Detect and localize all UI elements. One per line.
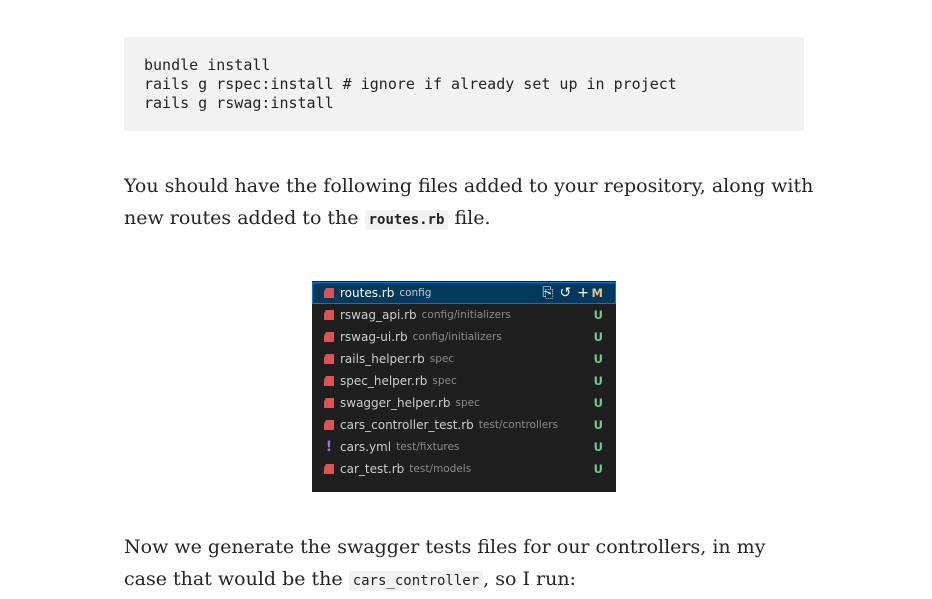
inline-code-controller: cars_controller: [348, 571, 484, 591]
file-row-rails-helper[interactable]: rails_helper.rb spec U: [312, 348, 616, 370]
file-row-cars-yml[interactable]: ! cars.yml test/fixtures U: [312, 436, 616, 458]
file-name: car_test.rb: [340, 462, 405, 476]
file-name: spec_helper.rb: [340, 374, 428, 388]
paragraph-generate-tests: Now we generate the swagger tests files …: [124, 531, 814, 597]
file-row-routes[interactable]: routes.rb config ⎘ ↺ + M: [312, 282, 616, 304]
file-row-spec-helper[interactable]: spec_helper.rb spec U: [312, 370, 616, 392]
ruby-icon: [324, 332, 334, 342]
file-name: rswag_api.rb: [340, 308, 417, 322]
file-directory: spec: [429, 353, 455, 365]
file-directory: config: [399, 287, 432, 299]
paragraph-text: file.: [448, 207, 491, 229]
open-file-icon[interactable]: ⎘: [542, 286, 553, 300]
ruby-icon: [324, 288, 334, 298]
status-badge: U: [593, 418, 603, 432]
file-name: rswag-ui.rb: [340, 330, 408, 344]
stage-changes-icon[interactable]: +: [577, 286, 589, 300]
status-badge: U: [593, 330, 603, 344]
status-badge: U: [593, 374, 603, 388]
file-directory: test/models: [409, 463, 472, 475]
file-name: routes.rb: [340, 286, 395, 300]
code-line: rails g rswag:install: [144, 94, 334, 112]
status-badge: U: [593, 462, 603, 476]
file-row-cars-controller-test[interactable]: cars_controller_test.rb test/controllers…: [312, 414, 616, 436]
row-actions: ⎘ ↺ +: [542, 282, 589, 304]
file-name: swagger_helper.rb: [340, 396, 451, 410]
file-name: cars.yml: [340, 440, 392, 454]
file-directory: test/fixtures: [396, 441, 460, 453]
ruby-icon: [324, 420, 334, 430]
file-row-rswag-ui[interactable]: rswag-ui.rb config/initializers U: [312, 326, 616, 348]
code-line: rails g rspec:install # ignore if alread…: [144, 75, 677, 93]
file-directory: spec: [455, 397, 480, 409]
status-badge: U: [593, 352, 603, 366]
code-block: bundle install rails g rspec:install # i…: [124, 37, 804, 131]
file-name: cars_controller_test.rb: [340, 418, 474, 432]
status-badge: U: [593, 308, 603, 322]
ruby-icon: [324, 376, 334, 386]
file-row-rswag-api[interactable]: rswag_api.rb config/initializers U: [312, 304, 616, 326]
file-row-car-test[interactable]: car_test.rb test/models U: [312, 458, 616, 480]
file-directory: spec: [432, 375, 457, 387]
file-name: rails_helper.rb: [340, 352, 425, 366]
file-directory: test/controllers: [478, 419, 559, 431]
file-directory: config/initializers: [412, 331, 502, 343]
yaml-icon: !: [325, 439, 333, 455]
status-badge: U: [593, 440, 603, 454]
file-directory: config/initializers: [421, 309, 511, 321]
ruby-icon: [324, 464, 334, 474]
ruby-icon: [324, 310, 334, 320]
paragraph-files-added: You should have the following files adde…: [124, 170, 814, 236]
paragraph-text: , so I run:: [483, 568, 576, 590]
ruby-icon: [324, 354, 334, 364]
code-line: bundle install: [144, 56, 271, 74]
source-control-changes-panel: routes.rb config ⎘ ↺ + M rswag_api.rb co…: [312, 281, 616, 492]
ruby-icon: [324, 398, 334, 408]
status-badge: U: [593, 396, 603, 410]
status-badge: M: [591, 286, 603, 300]
inline-code-routes: routes.rb: [364, 210, 449, 230]
file-row-swagger-helper[interactable]: swagger_helper.rb spec U: [312, 392, 616, 414]
discard-changes-icon[interactable]: ↺: [560, 286, 572, 300]
